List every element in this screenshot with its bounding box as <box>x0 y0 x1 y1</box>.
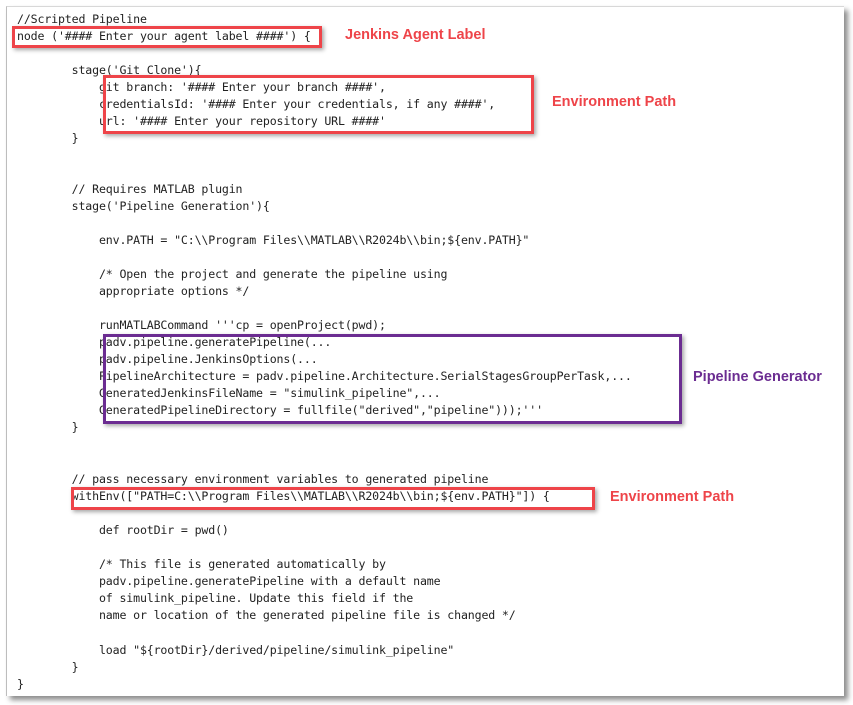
withenv-highlight <box>71 487 595 510</box>
code-line: // Requires MATLAB plugin <box>17 182 243 196</box>
code-line: } <box>17 677 24 691</box>
code-line: } <box>17 420 79 434</box>
code-line: padv.pipeline.generatePipeline with a de… <box>17 574 441 588</box>
code-snippet-panel: //Scripted Pipeline node ('#### Enter you… <box>6 6 844 696</box>
agent-label-highlight <box>12 26 322 48</box>
code-line: /* Open the project and generate the pip… <box>17 267 448 281</box>
code-line: runMATLABCommand '''cp = openProject(pwd… <box>17 318 386 332</box>
code-line: } <box>17 660 79 674</box>
annotation-pipeline-generator: Pipeline Generator <box>693 369 822 385</box>
code-line: name or location of the generated pipeli… <box>17 608 516 622</box>
code-line: env.PATH = "C:\\Program Files\\MATLAB\\R… <box>17 233 530 247</box>
code-line: load "${rootDir}/derived/pipeline/simuli… <box>17 643 455 657</box>
annotation-environment-path-withenv: Environment Path <box>610 489 735 505</box>
code-line: def rootDir = pwd() <box>17 523 229 537</box>
code-line: /* This file is generated automatically … <box>17 557 386 571</box>
code-line: of simulink_pipeline. Update this field … <box>17 591 414 605</box>
code-line: appropriate options */ <box>17 284 250 298</box>
annotation-jenkins-agent-label: Jenkins Agent Label <box>345 27 486 43</box>
code-line: } <box>17 131 79 145</box>
pipeline-generator-highlight <box>103 334 682 424</box>
annotation-environment-path-git: Environment Path <box>552 94 677 110</box>
git-clone-highlight <box>103 75 534 134</box>
code-line: // pass necessary environment variables … <box>17 472 489 486</box>
code-line: stage('Pipeline Generation'){ <box>17 199 270 213</box>
